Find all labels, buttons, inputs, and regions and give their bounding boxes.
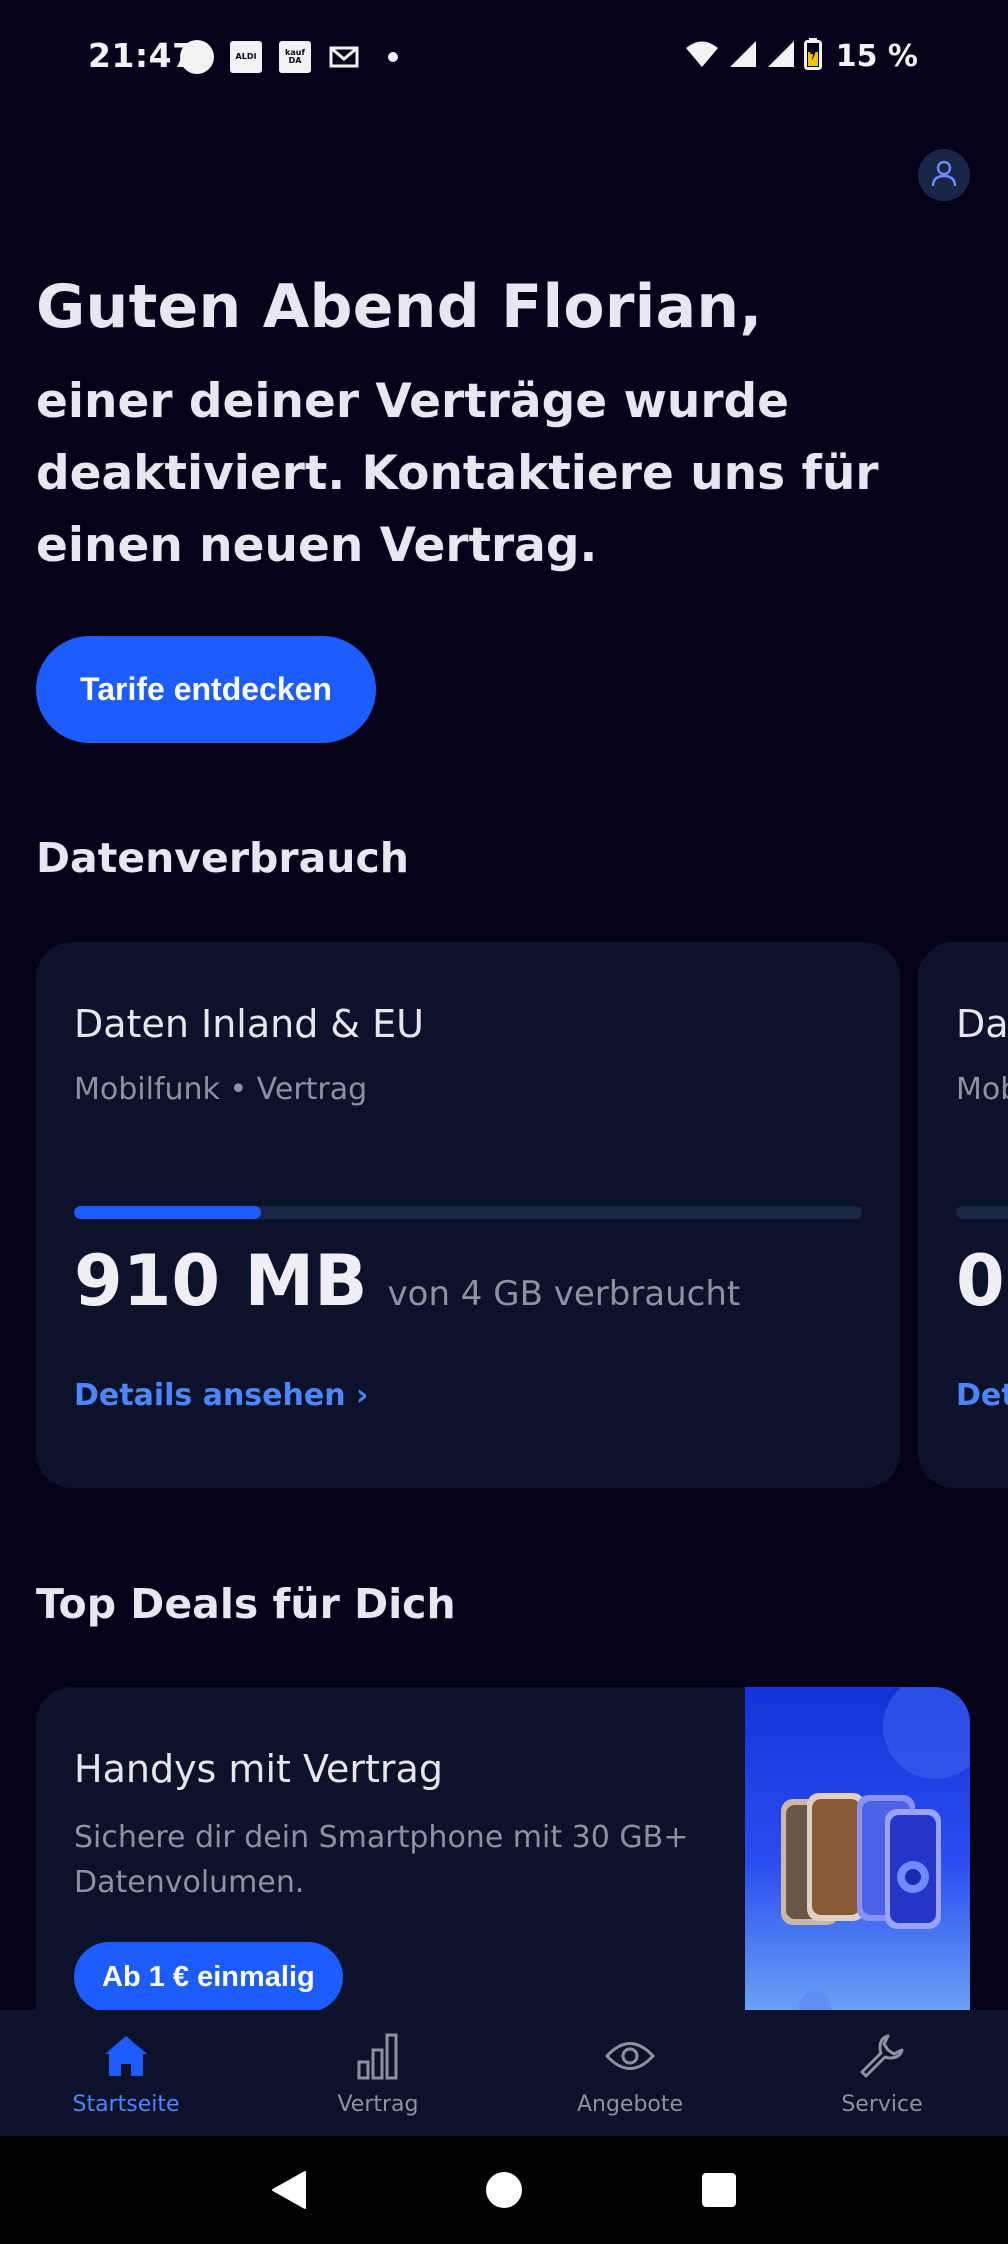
- nav-item-service[interactable]: Service: [756, 2010, 1008, 2136]
- battery-percent: 15 %: [835, 38, 918, 74]
- circle-icon: [180, 40, 214, 74]
- data-usage-title: Datenverbrauch: [36, 834, 409, 882]
- system-navigation: [0, 2136, 1008, 2244]
- usage-card-next[interactable]: Da Mob 0 Det: [918, 942, 1008, 1488]
- back-icon[interactable]: [269, 2170, 309, 2210]
- user-icon: [930, 159, 958, 191]
- nav-label-startseite: Startseite: [72, 2092, 180, 2117]
- signal-icon: [728, 39, 758, 73]
- usage-card-title: Daten Inland & EU: [74, 1002, 424, 1046]
- nav-item-vertrag[interactable]: Vertrag: [252, 2010, 504, 2136]
- kaufda-icon: kauf DA: [278, 40, 312, 74]
- deal-price-button[interactable]: Ab 1 € einmalig: [74, 1942, 343, 2010]
- signal-icon-2: [766, 39, 796, 73]
- details-link[interactable]: Details ansehen ›: [74, 1378, 368, 1413]
- nav-item-angebote[interactable]: Angebote: [504, 2010, 756, 2136]
- home-icon: [100, 2030, 152, 2082]
- dot-icon: [376, 40, 410, 74]
- mail-icon: [327, 40, 361, 74]
- usage-card-next-progress: [956, 1206, 1008, 1219]
- nav-label-service: Service: [841, 2092, 923, 2117]
- nav-label-vertrag: Vertrag: [337, 2092, 419, 2117]
- usage-card-next-subtitle: Mob: [956, 1072, 1008, 1107]
- greeting-title: Guten Abend Florian,: [36, 272, 763, 342]
- discover-tariffs-button[interactable]: Tarife entdecken: [36, 636, 376, 743]
- status-indicators: 15 %: [684, 38, 918, 74]
- home-circle-icon[interactable]: [484, 2170, 524, 2210]
- profile-button[interactable]: [918, 149, 970, 201]
- aldi-icon: ALDI: [229, 40, 263, 74]
- usage-card-next-link[interactable]: Det: [956, 1378, 1008, 1413]
- phones-image: [745, 1687, 970, 2010]
- deal-description: Sichere dir dein Smartphone mit 30 GB+ D…: [74, 1820, 689, 1900]
- bar-chart-icon: [352, 2030, 404, 2082]
- notification-icons: ALDI kauf DA: [180, 40, 410, 74]
- usage-card-subtitle: Mobilfunk • Vertrag: [74, 1072, 368, 1107]
- usage-limit-text: von 4 GB verbraucht: [387, 1274, 741, 1314]
- deal-title: Handys mit Vertrag: [74, 1747, 443, 1791]
- bottom-navigation: Startseite Vertrag Angebote Service: [0, 2010, 1008, 2136]
- nav-item-startseite[interactable]: Startseite: [0, 2010, 252, 2136]
- eye-icon: [604, 2030, 656, 2082]
- usage-progress-bar: [74, 1206, 862, 1219]
- recents-icon[interactable]: [699, 2170, 739, 2210]
- usage-card-next-title: Da: [956, 1002, 1008, 1046]
- screen: 21:47 ALDI kauf DA 15 % Guten Abend Flor…: [0, 0, 1008, 2244]
- usage-progress-fill: [74, 1206, 262, 1219]
- deal-card[interactable]: Handys mit Vertrag Sichere dir dein Smar…: [36, 1687, 970, 2010]
- status-bar: 21:47 ALDI kauf DA 15 %: [0, 0, 1008, 115]
- usage-value: 910 MB: [74, 1240, 368, 1322]
- wrench-icon: [856, 2030, 908, 2082]
- nav-label-angebote: Angebote: [576, 2092, 684, 2117]
- usage-card-next-value: 0: [956, 1240, 1005, 1322]
- greeting-message: einer deiner Verträge wurde deaktiviert.…: [36, 374, 879, 573]
- top-deals-title: Top Deals für Dich: [36, 1580, 456, 1628]
- battery-icon: [803, 38, 822, 74]
- usage-amount: 910 MB von 4 GB verbraucht: [74, 1240, 740, 1322]
- usage-card[interactable]: Daten Inland & EU Mobilfunk • Vertrag 91…: [36, 942, 900, 1488]
- wifi-icon: [684, 39, 720, 73]
